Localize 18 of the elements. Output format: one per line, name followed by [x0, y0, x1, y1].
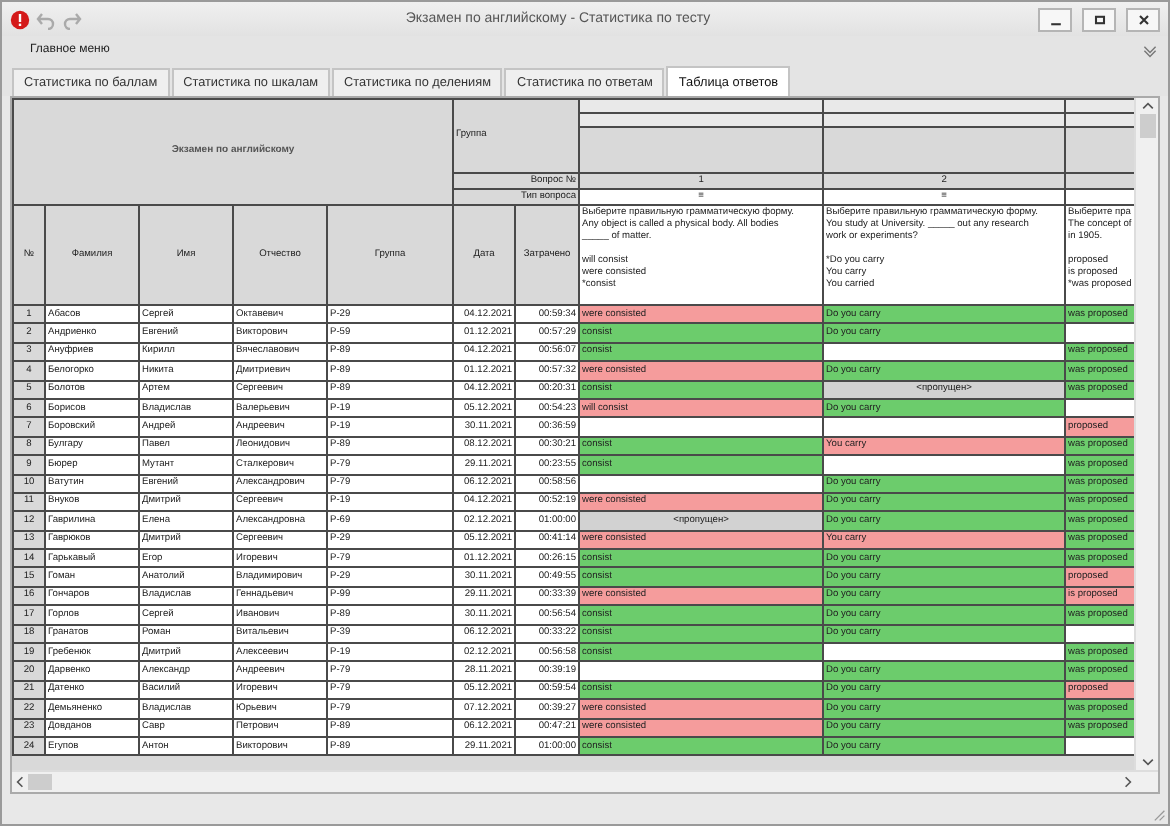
- scroll-thumb[interactable]: [1139, 114, 1155, 138]
- scroll-down-icon[interactable]: [1139, 754, 1155, 770]
- scroll-thumb[interactable]: [28, 774, 52, 790]
- undo-icon[interactable]: [36, 9, 56, 29]
- chevron-down-icon[interactable]: [1142, 42, 1158, 58]
- maximize-icon: [1091, 11, 1107, 27]
- close-button[interactable]: [1126, 7, 1160, 31]
- redo-icon[interactable]: [62, 9, 82, 29]
- scroll-up-icon[interactable]: [1139, 98, 1155, 114]
- scroll-left-icon[interactable]: [12, 774, 28, 790]
- horizontal-scrollbar[interactable]: [12, 770, 1158, 792]
- minimize-button[interactable]: [1038, 7, 1072, 31]
- resize-grip-icon[interactable]: [1150, 806, 1166, 822]
- maximize-button[interactable]: [1082, 7, 1116, 31]
- close-icon: [1135, 11, 1151, 27]
- vertical-scrollbar[interactable]: [1134, 98, 1158, 770]
- scroll-right-icon[interactable]: [1120, 774, 1136, 790]
- alert-icon: [10, 9, 30, 29]
